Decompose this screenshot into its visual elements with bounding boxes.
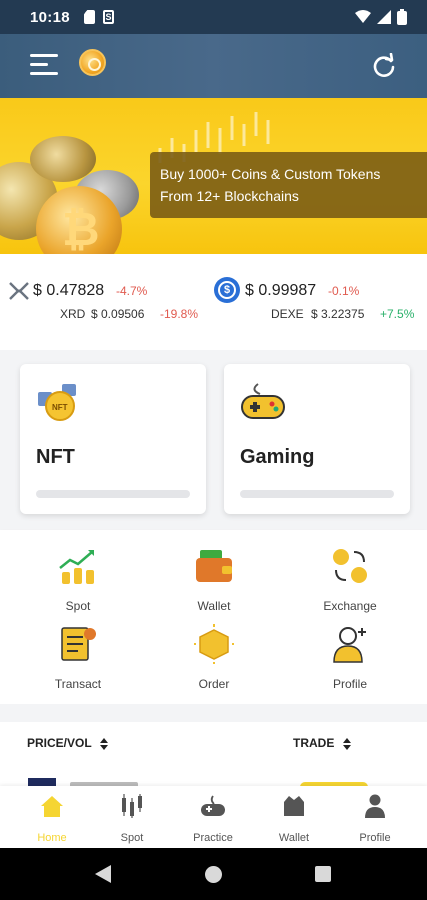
home-icon — [41, 796, 63, 817]
nav-profile-label: Profile — [359, 832, 391, 844]
category-gaming-label: Gaming — [240, 446, 315, 468]
nav-practice[interactable]: Practice — [178, 794, 248, 844]
col-trade-label: TRADE — [293, 736, 335, 750]
usdc-coin-icon: $ — [214, 277, 240, 303]
xrp-coin-icon — [9, 282, 29, 300]
row-coin-icon — [28, 778, 56, 786]
status-system-icons — [355, 9, 407, 25]
wallet-icon — [196, 550, 232, 582]
ticker-1-sub-change: -19.8% — [160, 307, 199, 321]
quick-action-exchange-label: Exchange — [323, 599, 377, 613]
wallet-icon — [284, 796, 304, 816]
person-icon — [365, 794, 385, 818]
trade-table-header: PRICE/VOL TRADE — [0, 722, 427, 768]
back-icon[interactable] — [95, 865, 111, 883]
quick-action-spot-label: Spot — [65, 599, 91, 613]
price-ticker: $ 0.47828 -4.7% XRD $ 0.09506 -19.8% $ $… — [0, 254, 427, 350]
promo-text-box: Buy 1000+ Coins & Custom Tokens From 12+… — [150, 152, 427, 218]
ticker-1-sub-symbol: XRD — [60, 307, 86, 321]
ticker-1-sub-price: $ 0.09506 — [91, 307, 145, 321]
promo-banner[interactable]: ₿ Buy 1000+ Coins & Custom Tokens From 1… — [0, 98, 427, 254]
ticker-2-change: -0.1% — [328, 284, 360, 298]
col-price-vol-label: PRICE/VOL — [27, 736, 92, 750]
spot-chart-icon — [59, 550, 94, 584]
order-icon — [194, 624, 234, 664]
ticker-2-sub-symbol: DEXE — [271, 307, 304, 321]
quick-action-profile[interactable]: Profile — [290, 624, 410, 691]
nav-spot-label: Spot — [120, 832, 144, 844]
app-bar — [0, 34, 427, 98]
quick-action-order[interactable]: Order — [154, 624, 274, 691]
candles-icon — [122, 794, 142, 818]
status-time: 10:18 — [30, 9, 70, 26]
home-button-icon[interactable] — [205, 866, 222, 883]
profile-icon — [333, 627, 366, 663]
transact-icon — [61, 627, 96, 661]
status-bar: 10:18 S — [0, 0, 427, 34]
gamepad-icon — [241, 383, 285, 419]
category-section: NFT NFT Gaming — [0, 350, 427, 530]
exchange-icon — [333, 549, 367, 583]
nft-icon: NFT — [38, 384, 76, 421]
recents-icon[interactable] — [315, 866, 331, 882]
col-price-vol-header[interactable]: PRICE/VOL — [27, 736, 108, 750]
nav-home[interactable]: Home — [17, 794, 87, 844]
quick-action-transact-label: Transact — [54, 677, 102, 691]
svg-text:NFT: NFT — [52, 403, 68, 412]
practice-icon — [201, 795, 225, 816]
nav-wallet[interactable]: Wallet — [259, 794, 329, 844]
quick-actions-grid: Spot Wallet Exchange Transact Order Prof… — [0, 530, 427, 704]
quick-action-wallet-label: Wallet — [197, 599, 231, 613]
notification-s-icon: S — [103, 10, 114, 24]
quick-action-spot[interactable]: Spot — [18, 546, 138, 613]
signal-icon — [377, 10, 391, 24]
system-navigation-bar — [0, 848, 427, 900]
ticker-2-sub-price: $ 3.22375 — [311, 307, 365, 321]
col-trade-header[interactable]: TRADE — [293, 736, 351, 750]
bottom-navigation: Home Spot Practice Wallet Profile — [0, 786, 427, 848]
promo-line-2: From 12+ Blockchains — [160, 188, 299, 204]
nav-profile[interactable]: Profile — [340, 794, 410, 844]
category-gaming-progress — [240, 490, 394, 498]
category-nft-progress — [36, 490, 190, 498]
nav-spot[interactable]: Spot — [97, 794, 167, 844]
nav-practice-label: Practice — [193, 832, 233, 844]
table-row[interactable] — [0, 768, 427, 786]
status-notification-icons: S — [84, 10, 114, 24]
category-nft-label: NFT — [36, 446, 75, 468]
quick-action-order-label: Order — [198, 677, 230, 691]
promo-line-1: Buy 1000+ Coins & Custom Tokens — [160, 166, 381, 182]
ticker-1-change: -4.7% — [116, 284, 148, 298]
trade-table: PRICE/VOL TRADE — [0, 704, 427, 786]
ticker-1-price[interactable]: $ 0.47828 — [33, 282, 104, 300]
ticker-2-sub-change: +7.5% — [380, 307, 415, 321]
app-logo-icon — [79, 49, 106, 76]
quick-action-wallet[interactable]: Wallet — [154, 546, 274, 613]
ticker-2-price[interactable]: $ 0.99987 — [245, 282, 316, 300]
sim-card-icon — [84, 10, 95, 24]
nav-wallet-label: Wallet — [278, 832, 310, 844]
category-card-nft[interactable]: NFT NFT — [20, 364, 206, 514]
category-card-gaming[interactable]: Gaming — [224, 364, 410, 514]
battery-icon — [397, 9, 407, 25]
nav-home-label: Home — [37, 832, 67, 844]
quick-action-transact[interactable]: Transact — [18, 624, 138, 691]
sort-icon — [342, 737, 351, 750]
wifi-icon — [355, 10, 371, 23]
refresh-icon[interactable] — [371, 53, 397, 79]
sort-icon — [99, 737, 108, 750]
quick-action-profile-label: Profile — [332, 677, 367, 691]
menu-button[interactable] — [30, 52, 60, 78]
quick-action-exchange[interactable]: Exchange — [290, 546, 410, 613]
